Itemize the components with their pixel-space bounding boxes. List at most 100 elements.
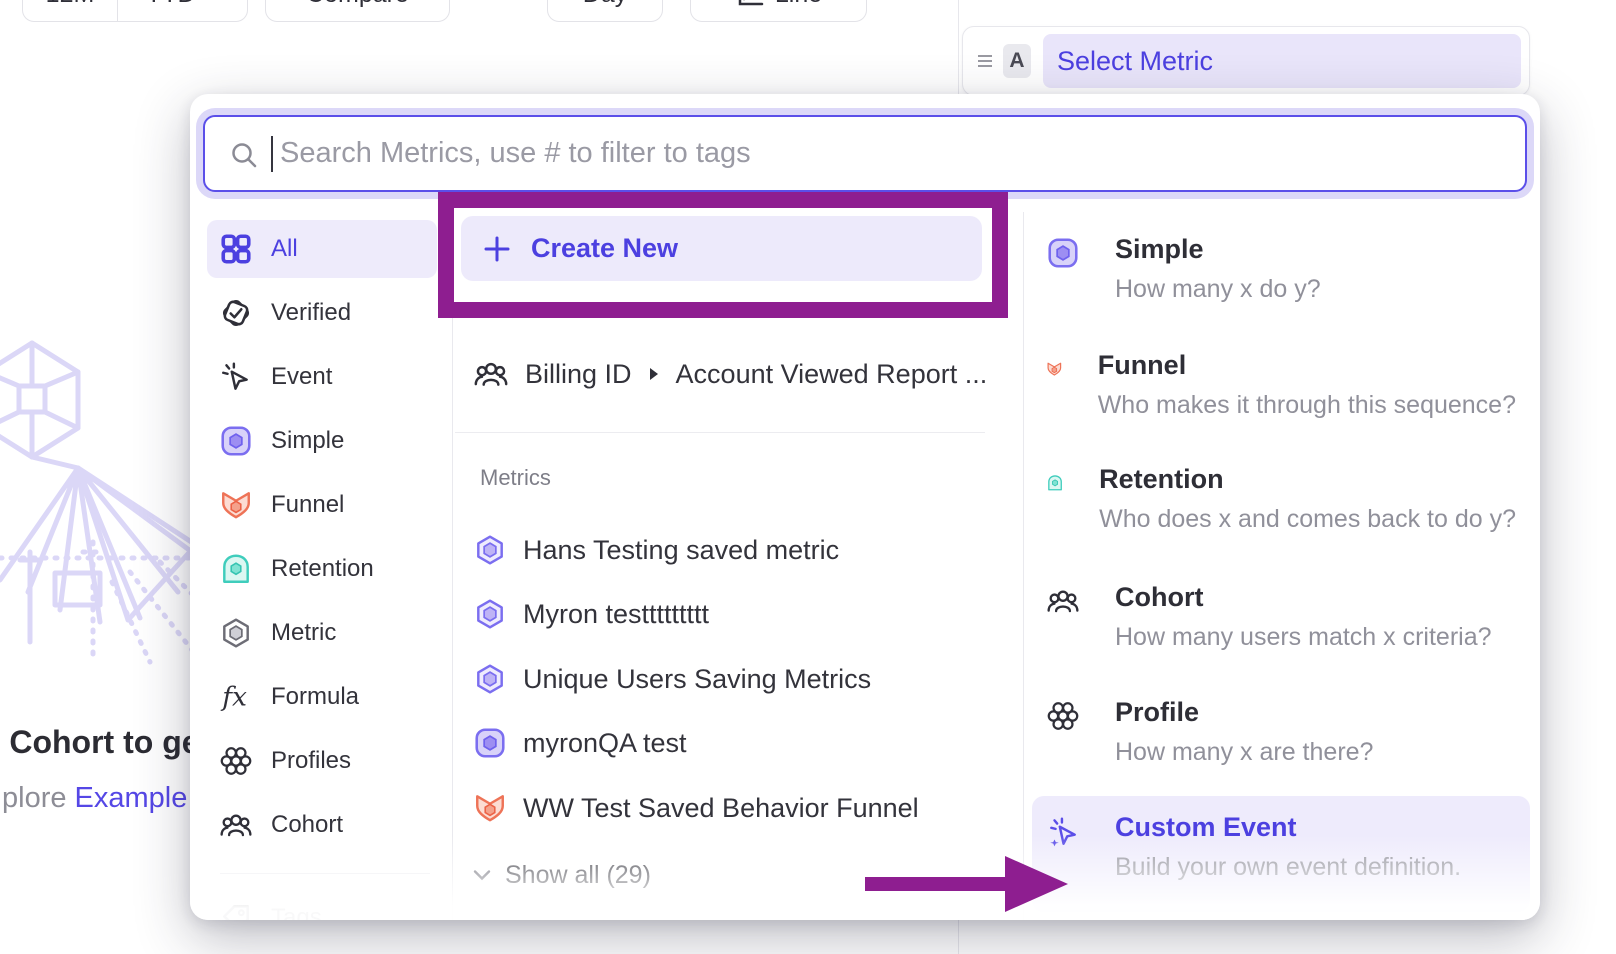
background-subtext: plore Example R	[2, 782, 216, 815]
saved-metric-icon	[219, 616, 253, 650]
sidebar-label-event: Event	[271, 363, 332, 391]
granularity-day-button[interactable]: Day	[547, 0, 663, 22]
metric-name: WW Test Saved Behavior Funnel	[523, 793, 919, 824]
metric-name: Hans Testing saved metric	[523, 535, 839, 566]
sidebar-label-formula: Formula	[271, 683, 359, 711]
type-title: Retention	[1099, 466, 1516, 493]
metric-list-item[interactable]: Unique Users Saving Metrics	[473, 653, 871, 705]
type-row-retention[interactable]: Retention Who does x and comes back to d…	[1046, 466, 1516, 532]
type-row-simple[interactable]: Simple How many x do y?	[1046, 236, 1516, 302]
breadcrumb-arrow-icon	[648, 366, 660, 382]
simple-metric-icon	[1046, 236, 1080, 270]
verified-badge-icon	[219, 296, 253, 330]
sidebar-item-verified[interactable]: Verified	[207, 284, 437, 342]
metrics-header: Metrics	[480, 465, 551, 491]
modal-divider-right	[1023, 212, 1024, 920]
metric-hexagon-icon	[473, 597, 507, 631]
type-description: How many x do y?	[1115, 277, 1321, 302]
range-ytd-button[interactable]: YTD	[117, 0, 247, 21]
chart-type-line-button[interactable]: Line	[690, 0, 867, 22]
sidebar-item-event[interactable]: Event	[207, 348, 437, 406]
day-label: Day	[583, 0, 627, 9]
type-title: Cohort	[1115, 584, 1492, 611]
type-title: Profile	[1115, 699, 1373, 726]
modal-divider-left	[452, 212, 453, 920]
recent-item-billing-id[interactable]: Billing ID Account Viewed Report ...	[473, 348, 987, 400]
compare-button[interactable]: Compare	[265, 0, 450, 22]
sidebar-item-profiles[interactable]: Profiles	[207, 732, 437, 790]
event-cursor-icon	[219, 360, 253, 394]
sidebar-item-retention[interactable]: Retention	[207, 540, 437, 598]
search-input[interactable]	[205, 136, 1525, 171]
sidebar-item-simple[interactable]: Simple	[207, 412, 437, 470]
sidebar-label-simple: Simple	[271, 427, 344, 455]
type-row-profile[interactable]: Profile How many x are there?	[1046, 699, 1516, 765]
metric-list-item[interactable]: WW Test Saved Behavior Funnel	[473, 782, 919, 834]
funnel-icon	[473, 791, 507, 825]
type-title: Simple	[1115, 236, 1321, 263]
retention-icon	[1046, 466, 1064, 500]
metric-name: Unique Users Saving Metrics	[523, 664, 871, 695]
drag-handle-icon[interactable]	[977, 53, 993, 69]
sidebar-label-all: All	[271, 235, 298, 263]
text-caret	[271, 136, 273, 172]
cohort-people-icon	[473, 356, 509, 392]
sidebar-label-retention: Retention	[271, 555, 374, 583]
profiles-icon	[1046, 699, 1080, 733]
decorative-wireframe-graphic	[0, 330, 200, 665]
type-title: Funnel	[1098, 352, 1516, 379]
type-description: How many users match x criteria?	[1115, 625, 1492, 650]
line-label: Line	[775, 0, 822, 9]
select-metric-button[interactable]: Select Metric	[1043, 34, 1521, 88]
funnel-icon	[219, 488, 253, 522]
funnel-icon	[1046, 352, 1063, 386]
sidebar-item-formula[interactable]: fx Formula	[207, 668, 437, 726]
metric-name: Myron testtttttttt	[523, 599, 709, 630]
metric-list-item[interactable]: Hans Testing saved metric	[473, 524, 839, 576]
sidebar-item-metric[interactable]: Metric	[207, 604, 437, 662]
compare-label: Compare	[306, 0, 409, 9]
type-description: How many x are there?	[1115, 740, 1373, 765]
retention-icon	[219, 552, 253, 586]
recents-header: Recents	[480, 298, 561, 324]
plus-icon	[483, 235, 511, 263]
metric-hexagon-icon	[473, 533, 507, 567]
formula-icon: fx	[219, 680, 253, 714]
background-subtext-fragment: plore	[2, 782, 75, 814]
type-row-cohort[interactable]: Cohort How many users match x criteria?	[1046, 584, 1516, 650]
line-chart-icon	[735, 0, 765, 9]
profiles-icon	[219, 744, 253, 778]
sidebar-label-verified: Verified	[271, 299, 351, 327]
simple-metric-icon	[219, 424, 253, 458]
sidebar-label-profiles: Profiles	[271, 747, 351, 775]
metric-list-item[interactable]: myronQA test	[473, 717, 687, 769]
metric-picker-screen: r Cohort to ge plore Example R 12M YTD C…	[0, 0, 1616, 954]
type-description: Who makes it through this sequence?	[1098, 393, 1516, 418]
range-12m-label: 12M	[46, 0, 95, 9]
select-metric-label: Select Metric	[1057, 46, 1213, 77]
metric-row-card: A Select Metric	[962, 26, 1530, 96]
range-12m-button[interactable]: 12M	[23, 0, 117, 21]
sidebar-label-metric: Metric	[271, 619, 336, 647]
series-a-badge: A	[1003, 44, 1031, 78]
type-description: Who does x and comes back to do y?	[1099, 507, 1516, 532]
grid-icon	[219, 232, 253, 266]
metric-list-item[interactable]: Myron testtttttttt	[473, 588, 709, 640]
sidebar-item-funnel[interactable]: Funnel	[207, 476, 437, 534]
metric-hexagon-icon	[473, 662, 507, 696]
svg-text:fx: fx	[220, 682, 247, 713]
cohort-people-icon	[1046, 584, 1080, 618]
type-row-funnel[interactable]: Funnel Who makes it through this sequenc…	[1046, 352, 1516, 418]
recent-cohort-name: Billing ID	[525, 359, 632, 390]
sidebar-item-all[interactable]: All	[207, 220, 437, 278]
recent-event-name: Account Viewed Report ...	[676, 359, 988, 390]
create-new-button[interactable]: Create New	[461, 216, 982, 281]
sidebar-label-funnel: Funnel	[271, 491, 344, 519]
background-heading-fragment: r Cohort to ge	[0, 724, 200, 761]
simple-metric-icon	[473, 726, 507, 760]
recents-metrics-divider	[455, 432, 985, 433]
metric-name: myronQA test	[523, 728, 687, 759]
metric-search-bar	[203, 115, 1527, 192]
range-ytd-label: YTD	[146, 0, 196, 9]
modal-bottom-fade	[190, 835, 1540, 920]
